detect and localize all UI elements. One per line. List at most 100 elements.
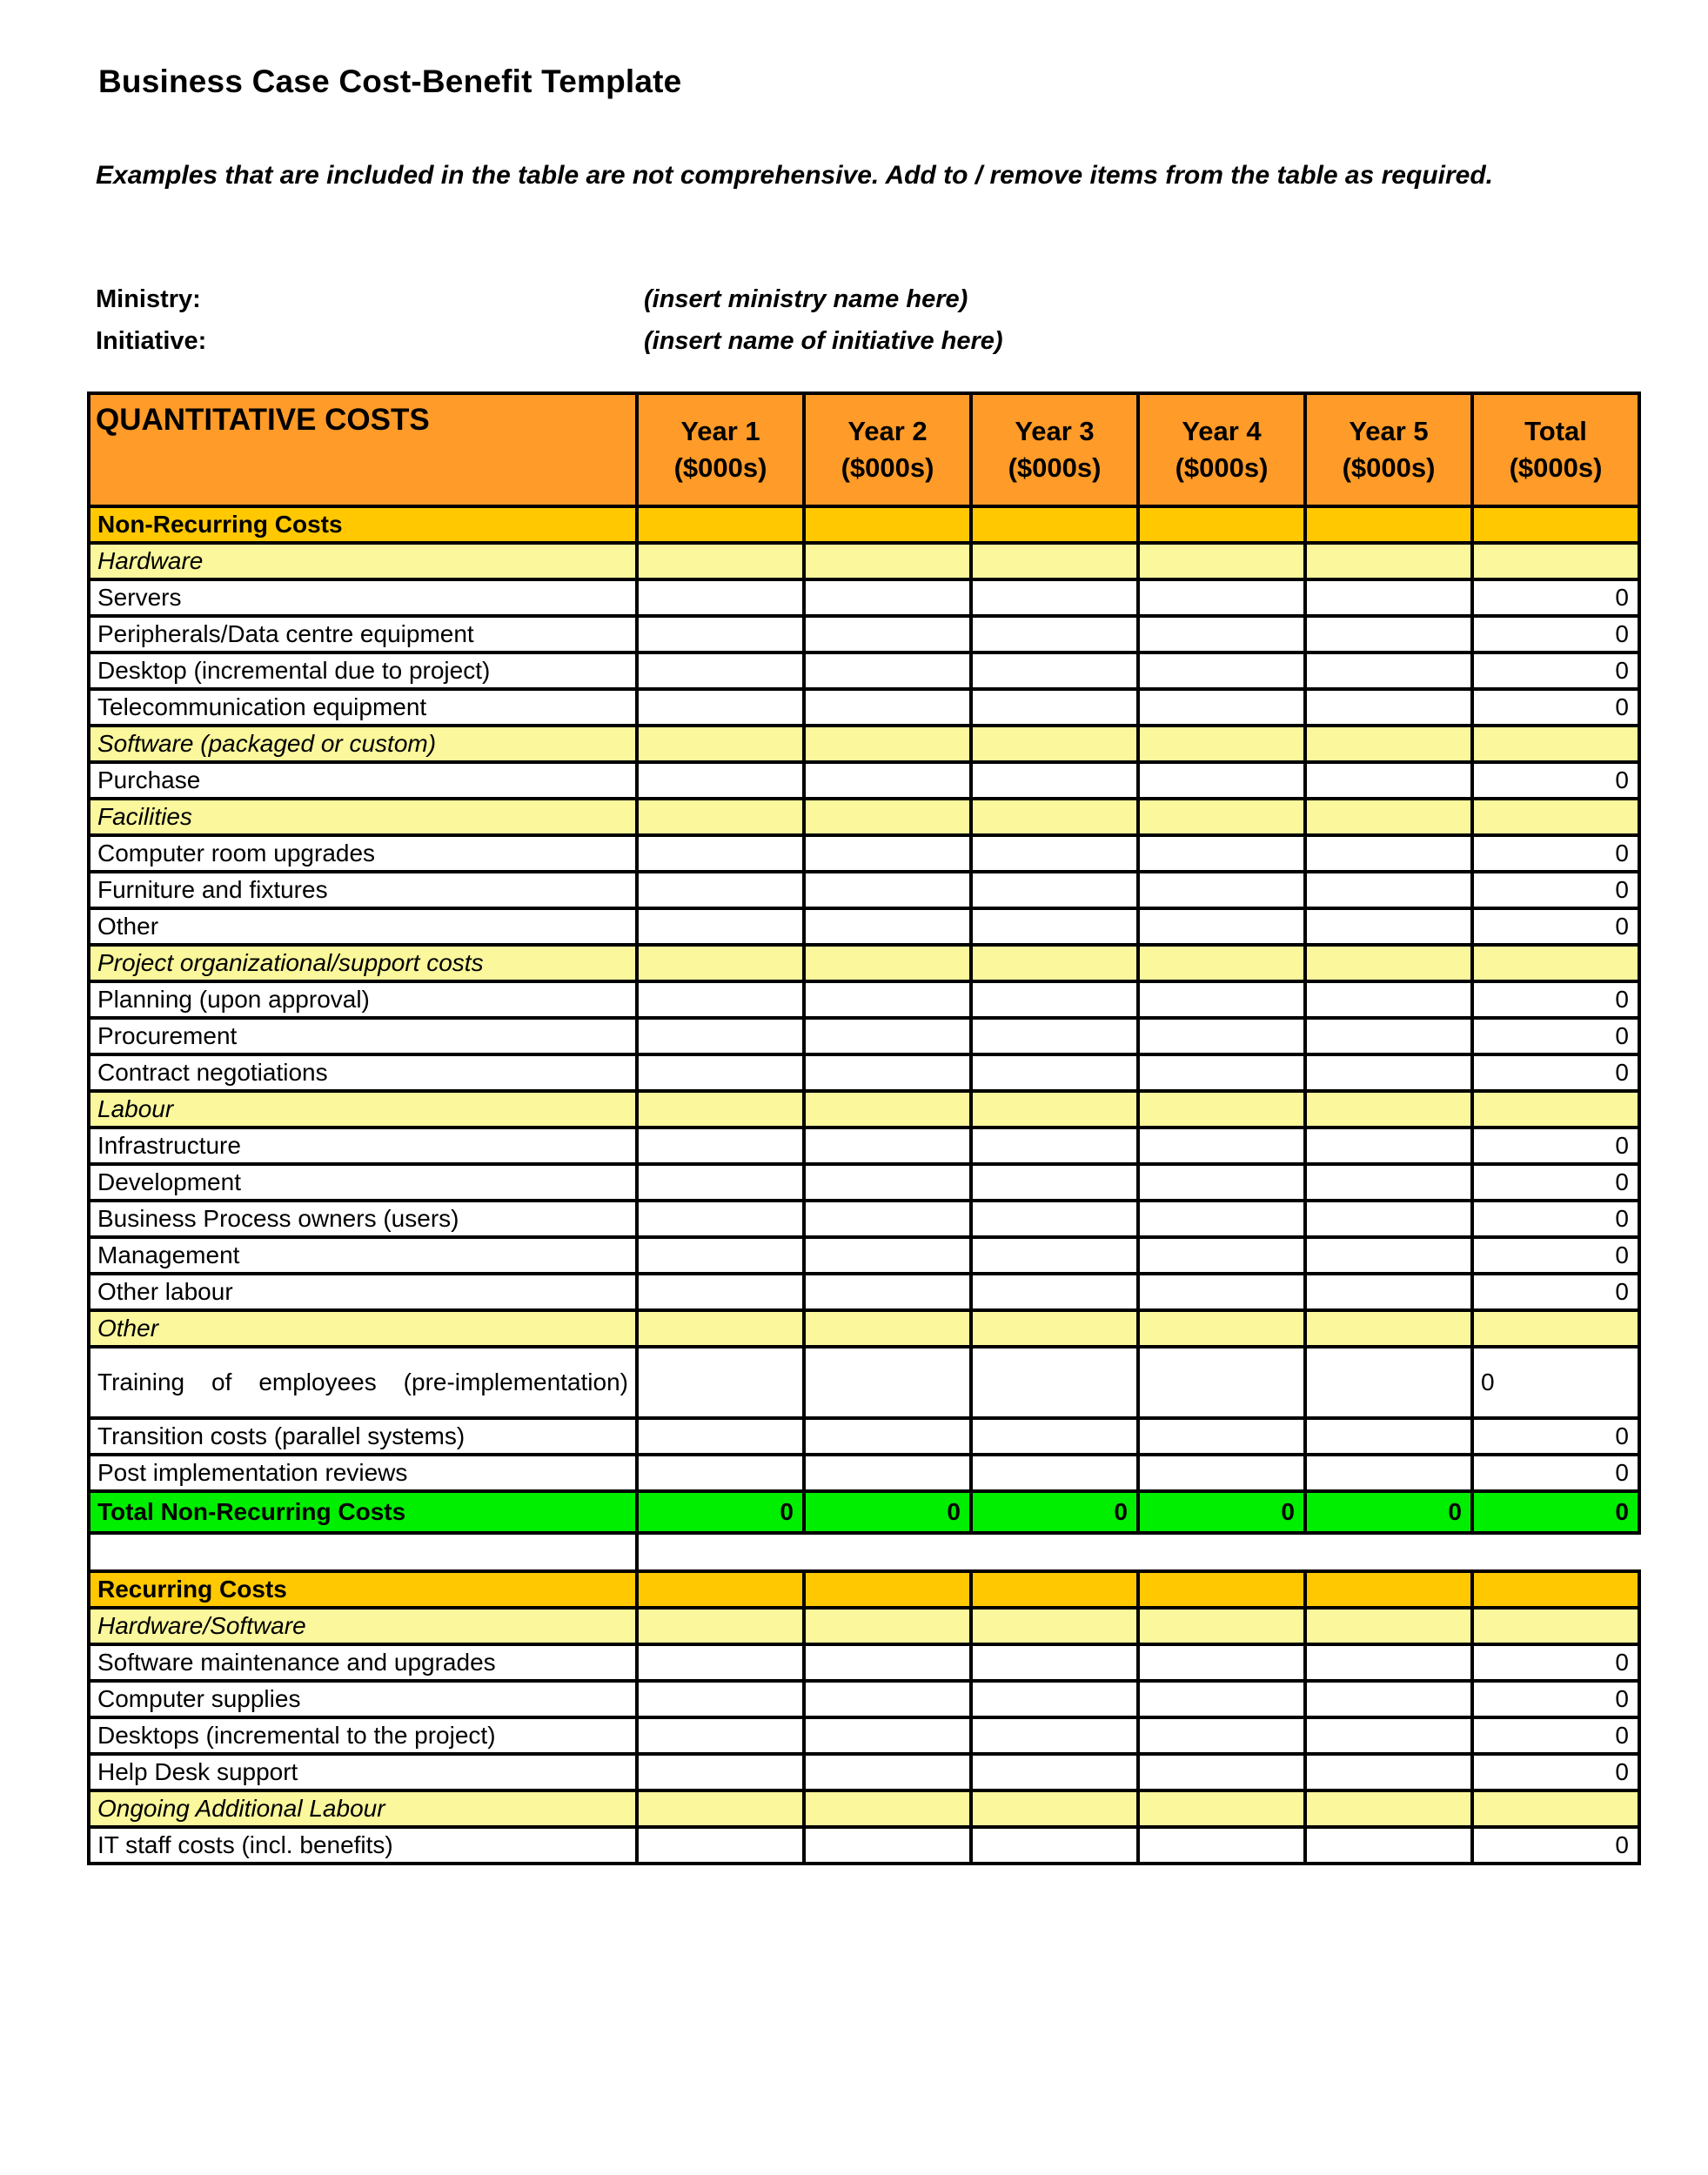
cell-year-1[interactable] bbox=[635, 907, 806, 947]
cell-year-4[interactable] bbox=[1136, 578, 1307, 618]
cell-year-4[interactable] bbox=[1136, 1606, 1307, 1646]
cell-year-1[interactable] bbox=[635, 870, 806, 910]
cell-year-3[interactable] bbox=[969, 1679, 1140, 1719]
cell-year-5[interactable] bbox=[1303, 797, 1474, 837]
cell-year-2[interactable] bbox=[802, 541, 973, 581]
cell-year-4[interactable] bbox=[1136, 797, 1307, 837]
cell-year-1[interactable] bbox=[635, 1089, 806, 1129]
cell-year-2[interactable] bbox=[802, 614, 973, 654]
cell-year-5[interactable] bbox=[1303, 1679, 1474, 1719]
cell-year-1[interactable] bbox=[635, 760, 806, 800]
row-label[interactable]: Planning (upon approval) bbox=[87, 980, 639, 1020]
cell-year-3[interactable] bbox=[969, 943, 1140, 983]
cell-total[interactable]: 0 bbox=[1470, 1053, 1641, 1093]
cell-year-3[interactable] bbox=[969, 724, 1140, 764]
cell-year-3[interactable] bbox=[969, 1199, 1140, 1239]
cell-year-3[interactable] bbox=[969, 1272, 1140, 1312]
row-label[interactable]: Management bbox=[87, 1235, 639, 1275]
cell-year-4[interactable] bbox=[1136, 651, 1307, 691]
cell-total[interactable]: 0 bbox=[1470, 1272, 1641, 1312]
cell-year-4[interactable] bbox=[1136, 1199, 1307, 1239]
cell-year-5[interactable] bbox=[1303, 870, 1474, 910]
row-label[interactable]: Desktop (incremental due to project) bbox=[87, 651, 639, 691]
cell-year-1[interactable] bbox=[635, 1825, 806, 1865]
cell-year-4[interactable] bbox=[1136, 760, 1307, 800]
row-label[interactable]: Furniture and fixtures bbox=[87, 870, 639, 910]
cell-year-1[interactable] bbox=[635, 1453, 806, 1493]
cell-year-2[interactable] bbox=[802, 1089, 973, 1129]
cell-year-4[interactable] bbox=[1136, 1235, 1307, 1275]
row-label[interactable]: Servers bbox=[87, 578, 639, 618]
cell-year-1[interactable] bbox=[635, 1126, 806, 1166]
cell-year-2[interactable] bbox=[802, 760, 973, 800]
row-label[interactable]: Telecommunication equipment bbox=[87, 687, 639, 727]
cell-year-5[interactable]: 0 bbox=[1303, 1489, 1474, 1535]
cell-year-3[interactable] bbox=[969, 614, 1140, 654]
cell-year-1[interactable] bbox=[635, 1716, 806, 1756]
cell-year-2[interactable] bbox=[802, 1126, 973, 1166]
cell-year-3[interactable] bbox=[969, 1716, 1140, 1756]
cell-year-3[interactable] bbox=[969, 1606, 1140, 1646]
cell-year-3[interactable] bbox=[969, 833, 1140, 873]
cell-year-2[interactable] bbox=[802, 1199, 973, 1239]
cell-year-4[interactable] bbox=[1136, 1643, 1307, 1683]
cell-total[interactable]: 0 bbox=[1470, 1453, 1641, 1493]
cell-year-5[interactable] bbox=[1303, 1453, 1474, 1493]
cell-year-2[interactable] bbox=[802, 1162, 973, 1202]
cell-year-5[interactable] bbox=[1303, 980, 1474, 1020]
cell-year-3[interactable] bbox=[969, 1416, 1140, 1456]
cell-year-3[interactable] bbox=[969, 907, 1140, 947]
cell-year-5[interactable] bbox=[1303, 1416, 1474, 1456]
cell-total[interactable] bbox=[1470, 1308, 1641, 1348]
cell-year-4[interactable] bbox=[1136, 833, 1307, 873]
cell-year-2[interactable] bbox=[802, 1606, 973, 1646]
cell-year-1[interactable] bbox=[635, 724, 806, 764]
cell-total[interactable] bbox=[1470, 724, 1641, 764]
cell-year-2[interactable]: 0 bbox=[802, 1489, 973, 1535]
cell-total[interactable]: 0 bbox=[1470, 1643, 1641, 1683]
cell-year-3[interactable] bbox=[969, 1752, 1140, 1792]
cell-year-1[interactable] bbox=[635, 651, 806, 691]
cell-total[interactable] bbox=[1470, 943, 1641, 983]
cell-year-2[interactable] bbox=[802, 1453, 973, 1493]
cell-year-2[interactable] bbox=[802, 1416, 973, 1456]
row-label[interactable]: Training of employees (pre-implementatio… bbox=[87, 1345, 639, 1420]
cell-year-4[interactable] bbox=[1136, 1308, 1307, 1348]
cell-year-3[interactable] bbox=[969, 1345, 1140, 1420]
row-label[interactable]: Transition costs (parallel systems) bbox=[87, 1416, 639, 1456]
cell-total[interactable] bbox=[1470, 1089, 1641, 1129]
cell-total[interactable]: 0 bbox=[1470, 1752, 1641, 1792]
cell-year-2[interactable] bbox=[802, 1308, 973, 1348]
cell-year-2[interactable] bbox=[802, 1752, 973, 1792]
cell-year-3[interactable] bbox=[969, 651, 1140, 691]
cell-year-1[interactable] bbox=[635, 1053, 806, 1093]
cell-year-4[interactable] bbox=[1136, 1416, 1307, 1456]
initiative-value[interactable]: (insert name of initiative here) bbox=[644, 320, 1003, 362]
cell-year-1[interactable] bbox=[635, 614, 806, 654]
cell-total[interactable]: 0 bbox=[1470, 907, 1641, 947]
cell-year-4[interactable] bbox=[1136, 1825, 1307, 1865]
cell-year-2[interactable] bbox=[802, 1345, 973, 1420]
cell-year-5[interactable] bbox=[1303, 1089, 1474, 1129]
cell-year-5[interactable] bbox=[1303, 1126, 1474, 1166]
cell-year-5[interactable] bbox=[1303, 1162, 1474, 1202]
cell-year-5[interactable] bbox=[1303, 687, 1474, 727]
cell-year-5[interactable] bbox=[1303, 1643, 1474, 1683]
cell-year-2[interactable] bbox=[802, 980, 973, 1020]
row-label[interactable]: Business Process owners (users) bbox=[87, 1199, 639, 1239]
cell-year-3[interactable] bbox=[969, 578, 1140, 618]
cell-year-1[interactable] bbox=[635, 687, 806, 727]
cell-year-5[interactable] bbox=[1303, 907, 1474, 947]
cell-year-1[interactable] bbox=[635, 1679, 806, 1719]
cell-year-5[interactable] bbox=[1303, 1016, 1474, 1056]
cell-year-3[interactable] bbox=[969, 1308, 1140, 1348]
cell-year-2[interactable] bbox=[802, 1679, 973, 1719]
cell-year-4[interactable] bbox=[1136, 1126, 1307, 1166]
cell-year-4[interactable] bbox=[1136, 505, 1307, 545]
cell-year-3[interactable] bbox=[969, 541, 1140, 581]
cell-year-5[interactable] bbox=[1303, 614, 1474, 654]
cell-year-3[interactable] bbox=[969, 870, 1140, 910]
cell-total[interactable]: 0 bbox=[1470, 1235, 1641, 1275]
cell-total[interactable]: 0 bbox=[1470, 1162, 1641, 1202]
cell-year-1[interactable] bbox=[635, 833, 806, 873]
